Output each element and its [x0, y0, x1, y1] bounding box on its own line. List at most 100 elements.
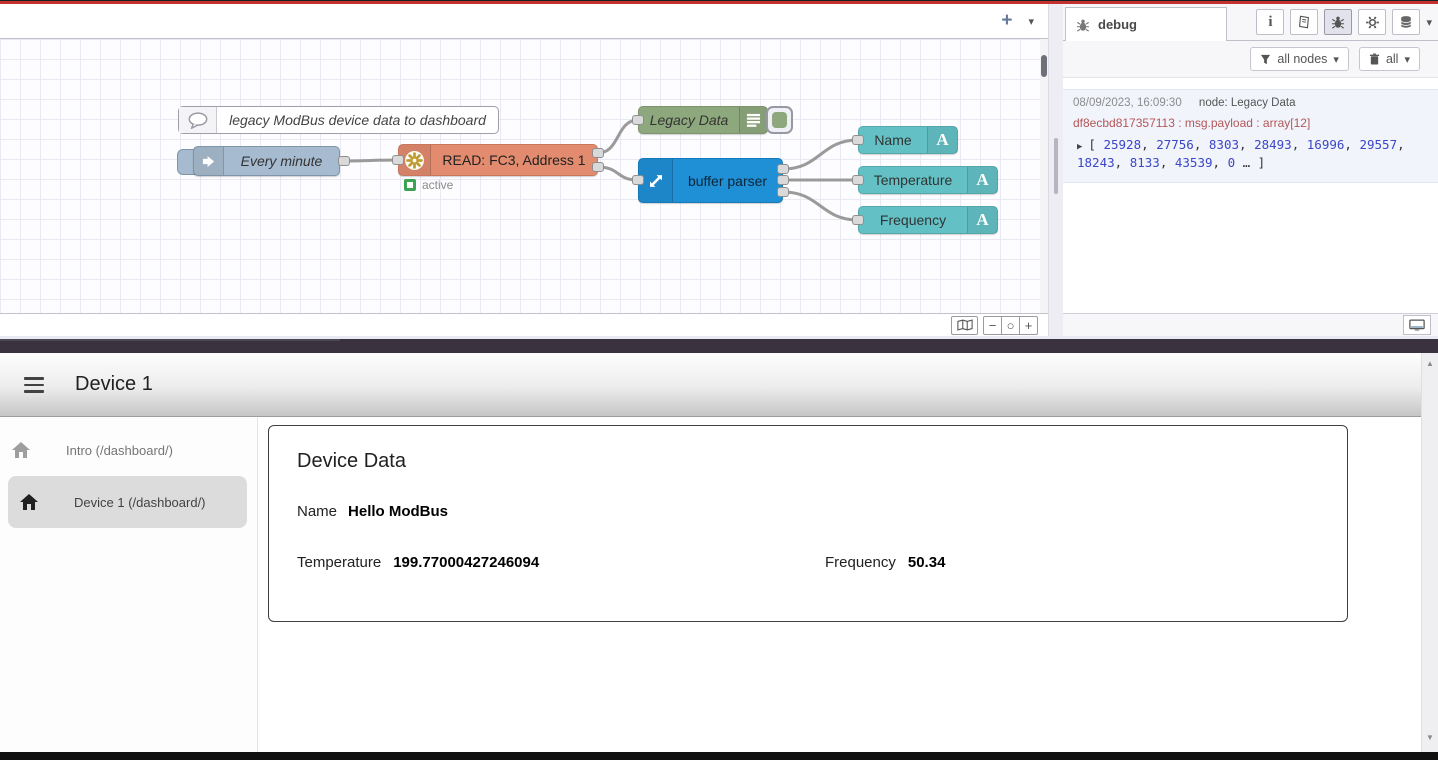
payload-preview[interactable]: [ 25928, 27756, 8303, 28493, 16996, 2955… — [1077, 137, 1405, 170]
bug-icon — [1076, 18, 1090, 32]
context-tab-button[interactable] — [1392, 9, 1420, 35]
inject-arrow-icon — [194, 147, 224, 175]
comment-icon — [179, 107, 217, 133]
home-icon — [12, 442, 30, 458]
nav-item-device-1[interactable]: Device 1 (/dashboard/) — [8, 476, 247, 528]
debug-sidebar: debug i ▾ al — [1063, 4, 1438, 336]
splitter-grip[interactable] — [1054, 138, 1058, 194]
zoom-out-button[interactable]: − — [983, 316, 1002, 335]
wire[interactable] — [783, 192, 858, 220]
debug-node[interactable]: Legacy Data — [638, 106, 768, 134]
debug-message-list: 08/09/2023, 16:09:30 node: Legacy Data d… — [1063, 79, 1438, 313]
inject-node[interactable]: Every minute — [193, 146, 340, 176]
bug-icon — [1331, 15, 1345, 29]
flow-list-chevron-icon[interactable]: ▾ — [1028, 15, 1034, 28]
clear-messages-label: all — [1386, 52, 1399, 66]
comment-node-label: legacy ModBus device data to dashboard — [217, 107, 498, 133]
sidebar-menu-chevron-icon[interactable]: ▾ — [1426, 16, 1432, 29]
help-tab-button[interactable] — [1290, 9, 1318, 35]
canvas-scrollbar[interactable] — [1040, 39, 1048, 313]
output-port[interactable] — [338, 156, 350, 166]
name-value: Hello ModBus — [348, 503, 448, 520]
text-a-icon: A — [967, 207, 997, 233]
debug-tab-button[interactable] — [1324, 9, 1352, 35]
card-title: Device Data — [297, 450, 1319, 473]
node-status: active — [404, 178, 453, 192]
wire[interactable] — [783, 140, 858, 169]
comment-node[interactable]: legacy ModBus device data to dashboard — [178, 106, 499, 134]
message-payload: ▶[ 25928, 27756, 8303, 28493, 16996, 295… — [1073, 136, 1428, 172]
input-port[interactable] — [852, 175, 864, 185]
dashboard-window: Device 1 Intro (/dashboard/) Device 1 (/… — [0, 353, 1438, 752]
debug-enable-toggle[interactable] — [766, 106, 793, 134]
sidebar-splitter[interactable] — [1048, 4, 1063, 336]
ui-text-node-temperature[interactable]: Temperature A — [858, 166, 998, 194]
ui-text-node-frequency[interactable]: Frequency A — [858, 206, 998, 234]
expand-payload-icon[interactable]: ▶ — [1077, 141, 1082, 154]
wire[interactable] — [598, 120, 638, 153]
text-a-icon: A — [927, 127, 957, 153]
input-port[interactable] — [392, 155, 404, 165]
trash-icon — [1369, 53, 1380, 65]
debug-node-label: Legacy Data — [639, 107, 739, 133]
menu-button[interactable] — [24, 377, 44, 393]
output-port[interactable] — [777, 187, 789, 197]
ui-text-node-name[interactable]: Name A — [858, 126, 958, 154]
input-port[interactable] — [852, 215, 864, 225]
output-port[interactable] — [592, 148, 604, 158]
database-icon — [1399, 15, 1413, 29]
status-ring-icon — [404, 179, 416, 191]
filter-nodes-label: all nodes — [1277, 52, 1327, 66]
zoom-reset-button[interactable]: ○ — [1001, 316, 1020, 335]
temperature-value: 199.77000427246094 — [393, 554, 539, 571]
add-flow-button[interactable]: + — [1001, 10, 1012, 32]
output-port[interactable] — [777, 175, 789, 185]
debug-toolbar: all nodes ▾ all ▾ — [1063, 41, 1438, 78]
nav-item-label: Device 1 (/dashboard/) — [74, 495, 206, 510]
tab-debug-label: debug — [1098, 17, 1137, 32]
zoom-in-button[interactable]: + — [1019, 316, 1038, 335]
ui-text-label: Name — [859, 127, 927, 153]
page-title: Device 1 — [75, 373, 153, 396]
expand-arrows-icon — [639, 159, 673, 202]
modbus-read-node[interactable]: READ: FC3, Address 1 — [398, 144, 598, 176]
chevron-down-icon: ▾ — [1333, 53, 1339, 66]
message-source-node[interactable]: node: Legacy Data — [1199, 97, 1296, 109]
info-icon: i — [1268, 14, 1272, 31]
debug-list-icon — [739, 107, 767, 133]
canvas-scrollbar-thumb[interactable] — [1041, 55, 1047, 77]
config-tab-button[interactable] — [1358, 9, 1386, 35]
modbus-read-node-label: READ: FC3, Address 1 — [431, 145, 597, 175]
screenshot-root: + ▾ legacy ModBus device data to dashboa… — [0, 0, 1438, 760]
monitor-icon — [1409, 319, 1425, 332]
book-icon — [1297, 15, 1311, 29]
filter-nodes-button[interactable]: all nodes ▾ — [1250, 47, 1349, 71]
navigator-map-button[interactable] — [951, 316, 978, 335]
home-icon — [20, 494, 38, 510]
tab-debug[interactable]: debug — [1065, 7, 1227, 41]
clear-messages-button[interactable]: all ▾ — [1359, 47, 1420, 71]
canvas-footer: − ○ + — [0, 313, 1048, 336]
input-port[interactable] — [632, 175, 644, 185]
open-debug-window-button[interactable] — [1403, 315, 1431, 335]
window-divider-highlight — [0, 339, 340, 341]
window-bottom-edge — [0, 752, 1438, 760]
scroll-down-arrow[interactable]: ▼ — [1422, 733, 1438, 742]
output-port[interactable] — [777, 164, 789, 174]
page-scrollbar[interactable]: ▲ ▼ — [1421, 353, 1438, 752]
buffer-parser-node-label: buffer parser — [673, 159, 782, 202]
nav-item-intro[interactable]: Intro (/dashboard/) — [0, 424, 257, 476]
input-port[interactable] — [632, 115, 644, 125]
frequency-value: 50.34 — [908, 554, 946, 571]
info-tab-button[interactable]: i — [1256, 9, 1284, 35]
scroll-up-arrow[interactable]: ▲ — [1422, 359, 1438, 368]
debug-message[interactable]: 08/09/2023, 16:09:30 node: Legacy Data d… — [1063, 89, 1438, 183]
buffer-parser-node[interactable]: buffer parser — [638, 158, 783, 203]
chevron-down-icon: ▾ — [1404, 53, 1410, 66]
gear-icon — [1365, 15, 1380, 30]
ui-text-label: Frequency — [859, 207, 967, 233]
wire[interactable] — [344, 160, 398, 161]
output-port[interactable] — [592, 162, 604, 172]
flow-canvas[interactable]: legacy ModBus device data to dashboard E… — [0, 39, 1040, 313]
input-port[interactable] — [852, 135, 864, 145]
